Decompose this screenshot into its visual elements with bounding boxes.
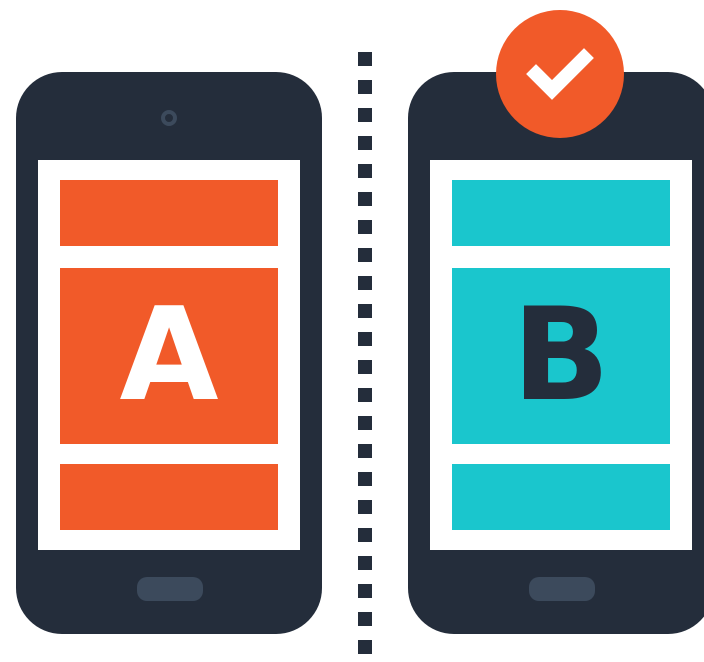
variant-a-letter: A: [119, 281, 219, 430]
divider-dash: [358, 220, 372, 234]
divider-dash: [358, 584, 372, 598]
divider-dash: [358, 164, 372, 178]
divider-dash: [358, 136, 372, 150]
divider-dash: [358, 528, 372, 542]
phone-b-screen: B: [430, 160, 692, 550]
check-circle-icon: [496, 10, 624, 138]
phone-a-home-button: [137, 577, 203, 601]
divider-dash: [358, 472, 372, 486]
phone-b-main-block: B: [452, 268, 670, 444]
divider-dash: [358, 52, 372, 66]
divider-dash: [358, 500, 372, 514]
ab-test-illustration: A B: [0, 0, 704, 662]
divider-dash: [358, 248, 372, 262]
phone-b-home-button: [529, 577, 595, 601]
phone-a-bottom-block: [60, 464, 278, 530]
divider-dash: [358, 612, 372, 626]
divider-dash: [358, 640, 372, 654]
variant-b-letter: B: [512, 281, 610, 430]
phone-variant-b: B: [408, 72, 704, 634]
phone-a-screen: A: [38, 160, 300, 550]
camera-icon: [161, 110, 177, 126]
divider-dash: [358, 332, 372, 346]
divider-dash: [358, 80, 372, 94]
phone-a-top-block: [60, 180, 278, 246]
divider-dash: [358, 276, 372, 290]
divider-dash: [358, 360, 372, 374]
divider-dash: [358, 304, 372, 318]
phone-b-top-block: [452, 180, 670, 246]
divider-dash: [358, 444, 372, 458]
phone-a-main-block: A: [60, 268, 278, 444]
divider-dash: [358, 192, 372, 206]
dotted-divider: [358, 52, 372, 662]
divider-dash: [358, 388, 372, 402]
divider-dash: [358, 556, 372, 570]
divider-dash: [358, 108, 372, 122]
divider-dash: [358, 416, 372, 430]
phone-b-bottom-block: [452, 464, 670, 530]
phone-variant-a: A: [16, 72, 322, 634]
checkmark-icon: [526, 48, 594, 100]
